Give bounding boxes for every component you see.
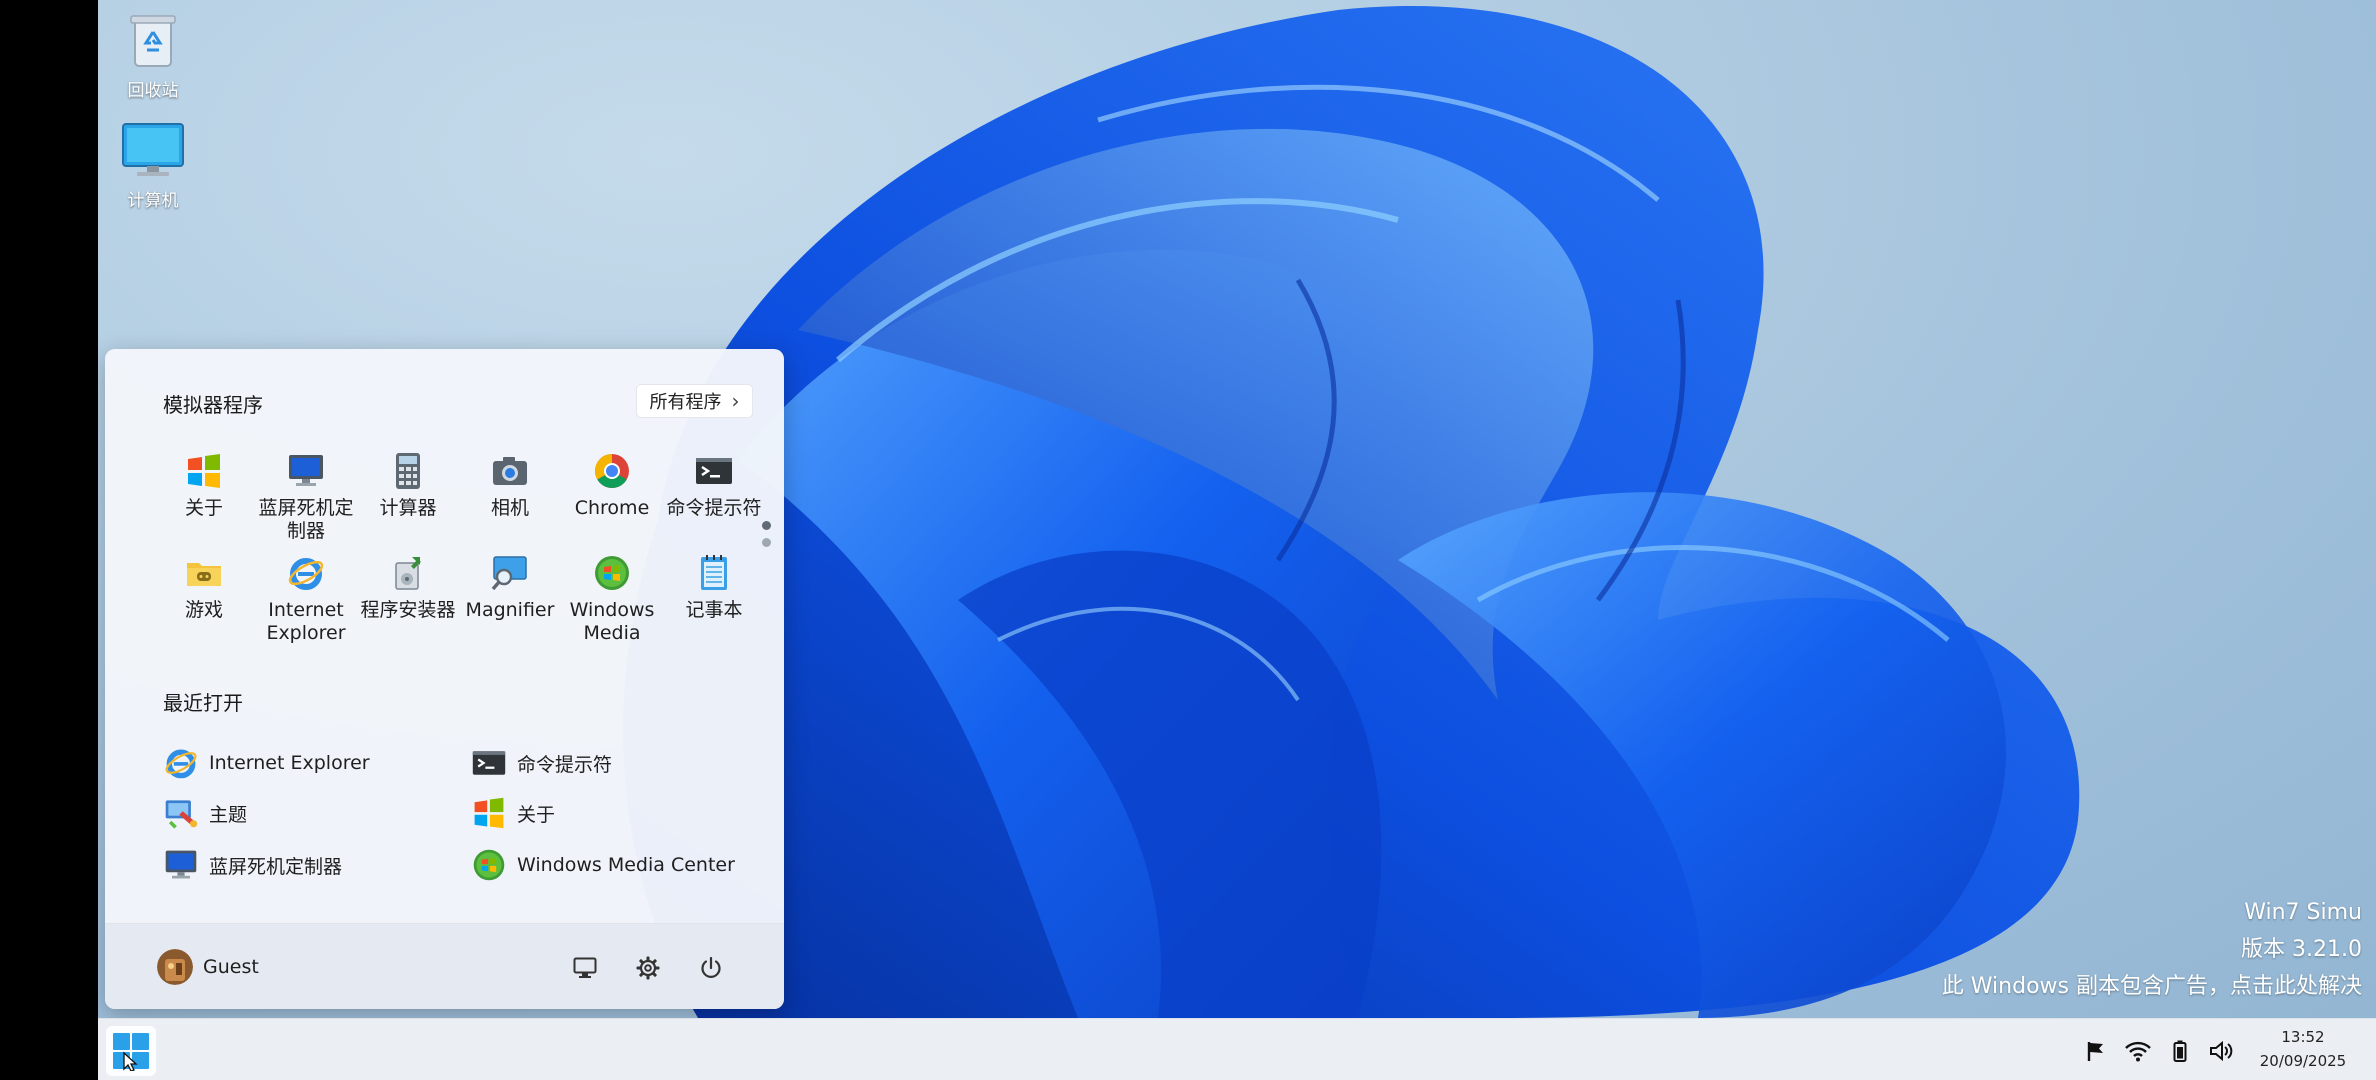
watermark-ad-notice[interactable]: 此 Windows 副本包含广告，点击此处解决 xyxy=(1942,968,2362,1005)
user-account-button[interactable]: Guest xyxy=(157,949,259,985)
page-dot[interactable] xyxy=(762,538,771,547)
pinned-app-installer[interactable]: 程序安装器 xyxy=(357,553,459,645)
theme-icon xyxy=(165,800,198,829)
pinned-app-label: 相机 xyxy=(490,497,529,519)
desktop-icon-recycle-bin[interactable]: 回收站 xyxy=(98,12,208,101)
recent-item-command-prompt[interactable]: 命令提示符 xyxy=(471,745,612,781)
flag-icon xyxy=(2087,1042,2103,1061)
pinned-app-notepad[interactable]: 记事本 xyxy=(663,553,765,645)
pinned-app-label: 计算器 xyxy=(379,497,437,519)
activation-watermark[interactable]: Win7 Simu 版本 3.21.0 此 Windows 副本包含广告，点击此… xyxy=(1942,894,2362,1005)
pinned-app-label: Chrome xyxy=(574,497,650,519)
desktop-icon-label: 回收站 xyxy=(127,81,179,101)
network-button[interactable] xyxy=(2123,1037,2153,1065)
clock-time: 13:52 xyxy=(2281,1028,2325,1046)
all-programs-button[interactable]: 所有程序 › xyxy=(636,384,753,418)
bsod-monitor-icon xyxy=(165,850,197,879)
internet-explorer-icon xyxy=(165,749,197,779)
page-dot-active[interactable] xyxy=(762,521,771,530)
pinned-app-label: 关于 xyxy=(184,497,223,519)
pinned-app-command-prompt[interactable]: 命令提示符 xyxy=(663,451,765,543)
recent-item-about[interactable]: 关于 xyxy=(471,795,555,831)
camera-icon xyxy=(493,457,527,485)
recent-item-label: 关于 xyxy=(517,803,556,826)
all-programs-label: 所有程序 xyxy=(649,392,722,413)
recent-item-bsod-customizer[interactable]: 蓝屏死机定制器 xyxy=(163,847,342,883)
pinned-app-label: 蓝屏死机定制器 xyxy=(258,497,354,542)
monitor-icon xyxy=(573,957,597,978)
media-center-icon xyxy=(595,556,629,590)
start-button[interactable] xyxy=(106,1026,156,1076)
settings-button[interactable] xyxy=(631,951,665,985)
recycle-bin-icon xyxy=(130,15,176,67)
wifi-icon xyxy=(2125,1041,2151,1062)
calculator-icon xyxy=(396,453,420,489)
pinned-app-label: Magnifier xyxy=(465,599,555,621)
pinned-app-label: 命令提示符 xyxy=(666,497,762,519)
chrome-icon xyxy=(595,454,629,488)
windows-logo-icon xyxy=(474,797,504,829)
pinned-app-games[interactable]: 游戏 xyxy=(153,553,255,645)
internet-explorer-icon xyxy=(288,558,324,590)
recent-item-label: 蓝屏死机定制器 xyxy=(209,855,343,878)
gear-icon xyxy=(636,956,660,980)
clock-date: 20/09/2025 xyxy=(2259,1052,2347,1070)
user-avatar-icon xyxy=(157,949,193,985)
start-menu: 模拟器程序 所有程序 › 关于 蓝屏死机定制器 计算器 相机 Chrome 命令… xyxy=(105,349,784,1009)
taskbar: 13:52 20/09/2025 xyxy=(98,1018,2376,1080)
desktop-icon-label: 计算机 xyxy=(127,191,179,211)
speaker-icon xyxy=(2210,1040,2233,1062)
recent-item-theme[interactable]: 主题 xyxy=(163,795,247,831)
bsod-monitor-icon xyxy=(289,455,323,486)
recent-item-label: 命令提示符 xyxy=(517,753,613,776)
pinned-app-label: 游戏 xyxy=(184,599,223,621)
desktop-icon-computer[interactable]: 计算机 xyxy=(98,122,208,211)
pinned-app-camera[interactable]: 相机 xyxy=(459,451,561,543)
pinned-app-magnifier[interactable]: Magnifier xyxy=(459,553,561,645)
command-prompt-icon xyxy=(472,751,506,775)
power-icon xyxy=(701,956,721,978)
pinned-app-about[interactable]: 关于 xyxy=(153,451,255,543)
display-settings-button[interactable] xyxy=(568,951,602,985)
power-button[interactable] xyxy=(694,951,728,985)
pinned-app-chrome[interactable]: Chrome xyxy=(561,451,663,543)
windows-start-icon xyxy=(113,1033,149,1071)
pinned-app-windows-media-center[interactable]: Windows Media Center xyxy=(561,553,663,645)
pinned-app-label: Windows Media Center xyxy=(569,599,655,644)
games-folder-icon xyxy=(187,563,221,586)
recent-item-internet-explorer[interactable]: Internet Explorer xyxy=(163,745,370,781)
taskbar-clock[interactable]: 13:52 20/09/2025 xyxy=(2248,1025,2358,1073)
command-prompt-icon xyxy=(696,458,732,484)
recent-section-title: 最近打开 xyxy=(163,691,243,715)
start-menu-user-bar: Guest xyxy=(105,923,784,1009)
user-name: Guest xyxy=(203,956,259,978)
recent-item-label: Windows Media Center xyxy=(517,854,735,876)
pinned-app-calculator[interactable]: 计算器 xyxy=(357,451,459,543)
pinned-app-internet-explorer[interactable]: Internet Explorer xyxy=(255,553,357,645)
action-center-button[interactable] xyxy=(2081,1037,2111,1065)
watermark-version: 版本 3.21.0 xyxy=(2241,937,2362,962)
pinned-app-label: 程序安装器 xyxy=(360,599,456,621)
windows-logo-icon xyxy=(188,454,220,488)
installer-icon xyxy=(395,557,421,590)
pinned-app-bsod-customizer[interactable]: 蓝屏死机定制器 xyxy=(255,451,357,543)
watermark-app-name: Win7 Simu xyxy=(2244,900,2362,925)
pinned-page-indicator[interactable] xyxy=(762,521,772,555)
notepad-icon xyxy=(701,555,727,590)
pinned-app-label: Internet Explorer xyxy=(266,599,346,644)
recent-item-windows-media-center[interactable]: Windows Media Center xyxy=(471,847,735,883)
chevron-right-icon: › xyxy=(731,389,740,413)
computer-icon xyxy=(122,123,184,176)
battery-button[interactable] xyxy=(2165,1037,2195,1065)
volume-button[interactable] xyxy=(2207,1037,2237,1065)
media-center-icon xyxy=(473,849,505,881)
magnifier-icon xyxy=(491,556,527,591)
battery-icon xyxy=(2173,1040,2187,1062)
recent-item-label: 主题 xyxy=(209,803,248,826)
pinned-app-label: 记事本 xyxy=(685,599,743,621)
recent-item-label: Internet Explorer xyxy=(209,752,370,774)
pinned-section-title: 模拟器程序 xyxy=(163,393,263,417)
